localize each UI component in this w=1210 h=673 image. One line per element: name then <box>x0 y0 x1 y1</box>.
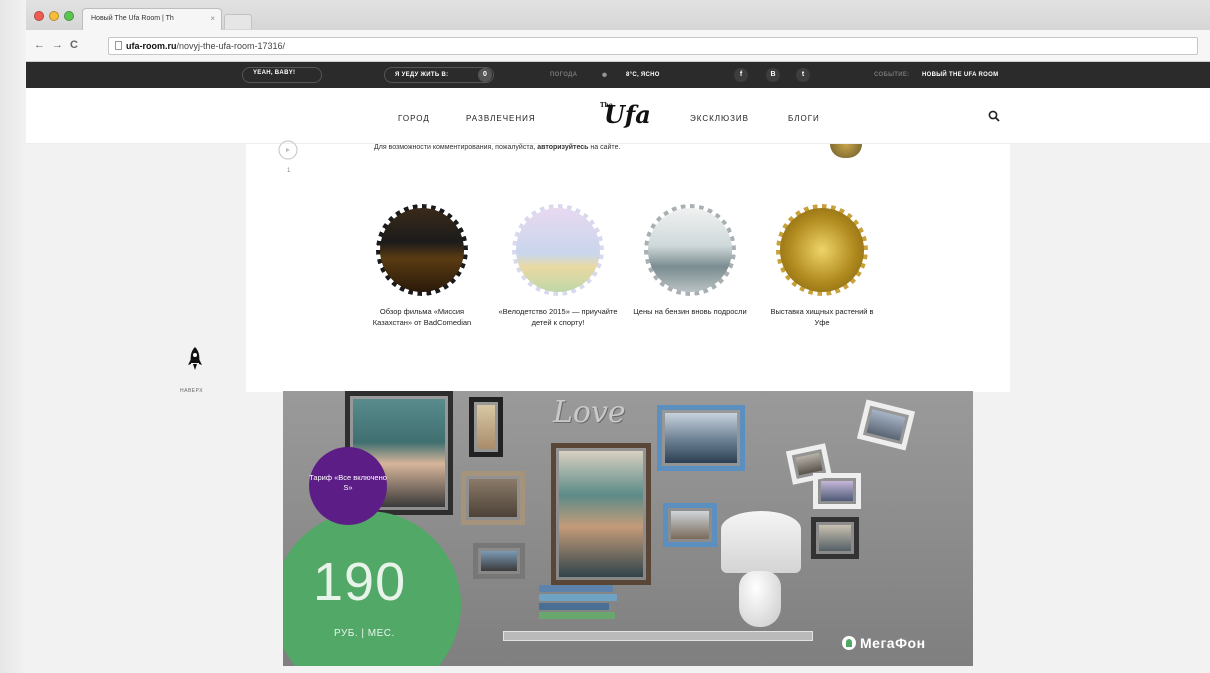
glass-shelf <box>503 631 813 641</box>
related-item[interactable]: «Велодетство 2015» — приучайте детей к с… <box>498 208 618 328</box>
reload-icon[interactable]: C <box>70 39 78 51</box>
comment-icon <box>278 140 298 160</box>
address-bar[interactable]: ufa-room.ru/novyj-the-ufa-room-17316/ <box>108 37 1198 55</box>
photo-frame <box>551 443 651 585</box>
close-window-icon[interactable] <box>34 11 44 21</box>
related-image[interactable] <box>648 208 732 292</box>
site-top-bar: YEAH, BABY! Я УЕДУ ЖИТЬ В: 0 ПОГОДА ✺ 8°… <box>26 62 1210 88</box>
nav-blogs[interactable]: БЛОГИ <box>788 114 820 123</box>
login-prompt-after: на сайте. <box>588 144 621 151</box>
photo-frame <box>473 543 525 579</box>
new-tab-button[interactable] <box>224 14 252 29</box>
search-icon[interactable] <box>988 110 1000 122</box>
related-image[interactable] <box>780 208 864 292</box>
minimize-window-icon[interactable] <box>49 11 59 21</box>
facebook-icon[interactable]: f <box>734 68 748 82</box>
related-item[interactable]: Цены на бензин вновь подросли <box>630 208 750 317</box>
user-avatar[interactable] <box>830 144 862 158</box>
books <box>539 585 619 631</box>
tab-close-icon[interactable]: × <box>210 14 215 23</box>
plan-name: Тариф «Все включено S» <box>309 473 387 492</box>
megafon-logo-icon <box>842 636 856 650</box>
related-title[interactable]: «Велодетство 2015» — приучайте детей к с… <box>498 306 618 328</box>
back-arrow-icon[interactable]: ← <box>34 39 45 51</box>
screen: Новый The Ufa Room | Th × ← → C ufa-room… <box>0 0 1210 673</box>
url-domain: ufa-room.ru <box>126 41 177 51</box>
love-sign: Love <box>553 395 626 430</box>
plan-badge: Тариф «Все включено S» <box>309 447 387 525</box>
login-prompt-before: Для возможности комментирования, пожалуй… <box>374 144 538 151</box>
vk-icon[interactable]: B <box>766 68 780 82</box>
left-shadow <box>0 0 26 673</box>
twitter-icon[interactable]: t <box>796 68 810 82</box>
maximize-window-icon[interactable] <box>64 11 74 21</box>
site-logo[interactable]: The Ufa <box>600 100 654 132</box>
login-prompt: Для возможности комментирования, пожалуй… <box>374 144 620 151</box>
browser-window: Новый The Ufa Room | Th × ← → C ufa-room… <box>26 0 1210 62</box>
forward-arrow-icon[interactable]: → <box>52 39 63 51</box>
tab-bar: Новый The Ufa Room | Th × <box>26 0 1210 30</box>
scroll-top-label[interactable]: НАВЕРХ <box>180 388 203 394</box>
site-header: ГОРОД РАЗВЛЕЧЕНИЯ The Ufa ЭКСКЛЮЗИВ БЛОГ… <box>26 88 1210 144</box>
related-title[interactable]: Выставка хищных растений в Уфе <box>762 306 882 328</box>
megafon-logo: МегаФон <box>842 635 926 651</box>
url-path: /novyj-the-ufa-room-17316/ <box>176 41 286 51</box>
navigation-row: ← → C ufa-room.ru/novyj-the-ufa-room-173… <box>26 30 1210 62</box>
nav-exclusive[interactable]: ЭКСКЛЮЗИВ <box>690 114 749 123</box>
tab-title: Новый The Ufa Room | Th <box>91 15 174 22</box>
weather-value: 8°C, ЯСНО <box>626 72 660 78</box>
move-city-counter-icon[interactable]: 0 <box>478 68 492 82</box>
nav-entertainment[interactable]: РАЗВЛЕЧЕНИЯ <box>466 114 536 123</box>
window-controls <box>34 11 74 21</box>
related-image[interactable] <box>516 208 600 292</box>
photo-frame <box>657 405 745 471</box>
rocket-icon[interactable] <box>186 346 204 372</box>
yeah-baby-label: YEAH, BABY! <box>253 70 296 76</box>
event-link[interactable]: НОВЫЙ THE UFA ROOM <box>922 72 998 78</box>
lamp-base <box>739 571 781 627</box>
lamp <box>721 511 801 573</box>
related-title[interactable]: Обзор фильма «Миссия Казахстан» от BadCo… <box>362 306 482 328</box>
browser-tab[interactable]: Новый The Ufa Room | Th × <box>82 8 222 30</box>
weather-label: ПОГОДА <box>550 72 578 78</box>
yeah-baby-button[interactable]: YEAH, BABY! <box>242 67 322 83</box>
price-unit: РУБ. | МЕС. <box>334 628 395 639</box>
login-link[interactable]: авторизуйтесь <box>537 144 588 151</box>
photo-frame <box>469 397 503 457</box>
photo-frame <box>811 517 859 559</box>
price-value: 190 <box>313 552 407 612</box>
sun-icon: ✺ <box>602 73 608 79</box>
related-image[interactable] <box>380 208 464 292</box>
page-icon <box>115 41 122 50</box>
related-title[interactable]: Цены на бензин вновь подросли <box>630 306 750 317</box>
related-item[interactable]: Обзор фильма «Миссия Казахстан» от BadCo… <box>362 208 482 328</box>
megafon-ad-banner[interactable]: Love 190 РУБ. | МЕС. Тариф «Все включено… <box>283 391 973 666</box>
comment-count: 1 <box>287 168 291 174</box>
content-card: 1 Для возможности комментирования, пожал… <box>246 140 1010 392</box>
brand-name: МегаФон <box>860 635 926 651</box>
related-item[interactable]: Выставка хищных растений в Уфе <box>762 208 882 328</box>
nav-gorod[interactable]: ГОРОД <box>398 114 430 123</box>
move-city-label: Я УЕДУ ЖИТЬ В: <box>395 72 449 78</box>
logo-prefix: The <box>600 102 613 109</box>
event-label: СОБЫТИЕ: <box>874 72 910 78</box>
photo-frame <box>461 471 525 525</box>
photo-frame <box>663 503 717 547</box>
related-articles: Обзор фильма «Миссия Казахстан» от BadCo… <box>362 208 882 358</box>
